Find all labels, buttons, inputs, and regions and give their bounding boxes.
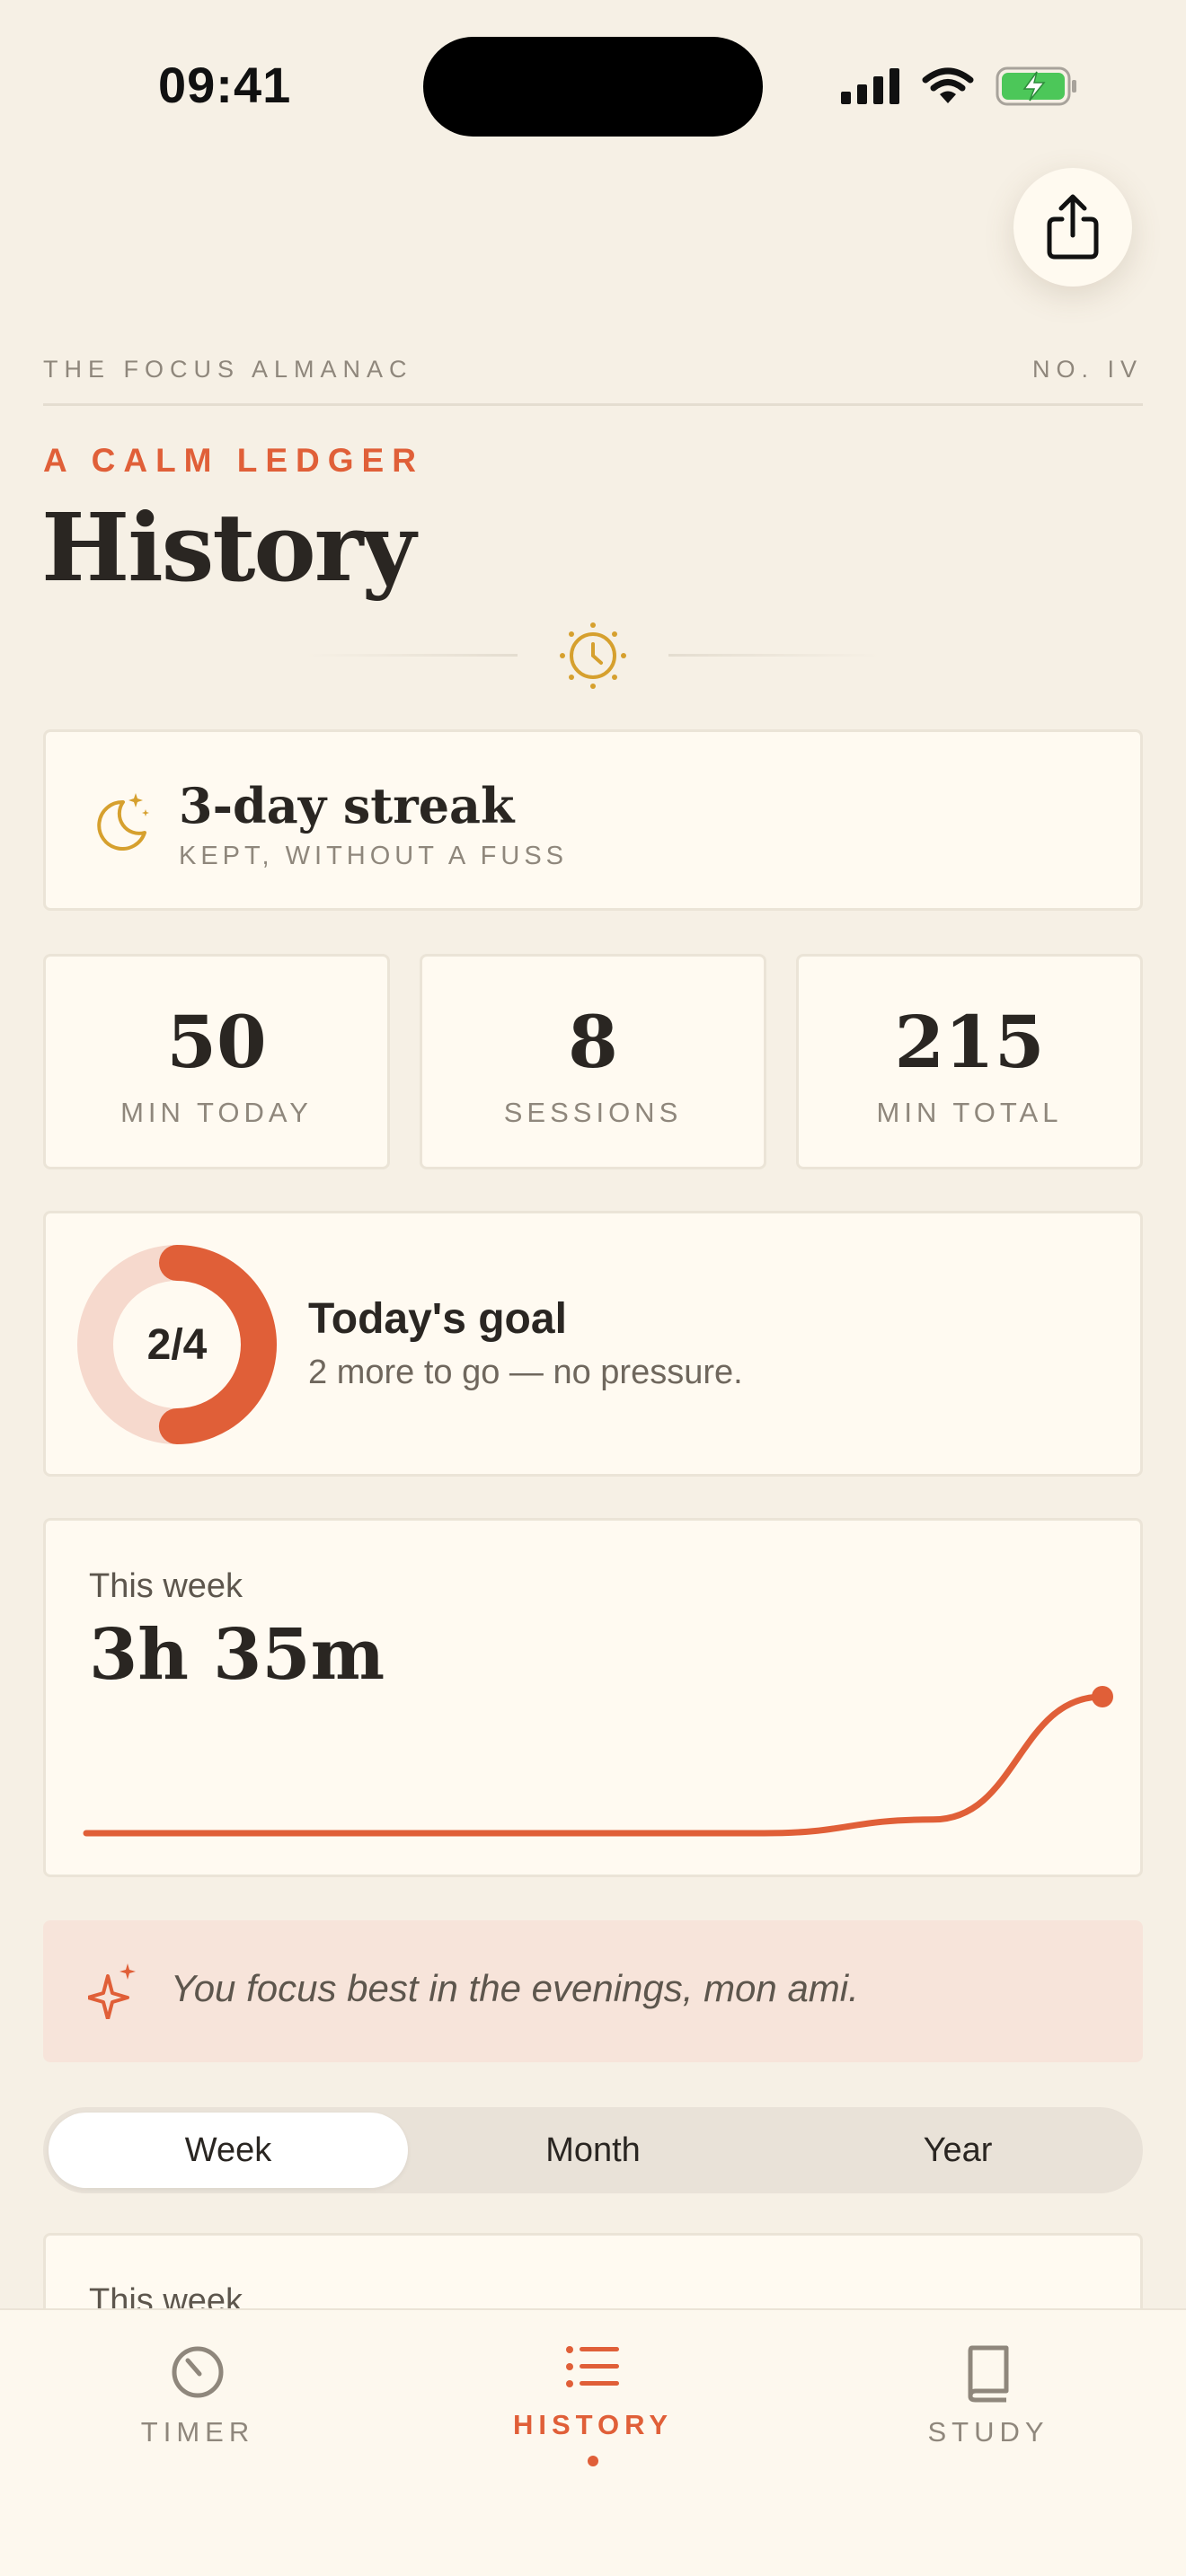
cellular-signal-icon	[841, 68, 899, 104]
stat-label: SESSIONS	[503, 1097, 683, 1128]
dynamic-island	[423, 37, 763, 137]
stat-value: 215	[894, 1000, 1045, 1084]
tab-label: TIMER	[140, 2416, 255, 2448]
battery-charging-icon	[996, 66, 1076, 106]
eyebrow-label: A CALM LEDGER	[43, 442, 424, 479]
range-segmented-control: Week Month Year	[43, 2107, 1143, 2193]
tab-bar: TIMER HISTORY STUDY	[0, 2308, 1186, 2576]
tab-label: STUDY	[927, 2416, 1049, 2448]
week-series-line	[83, 1693, 1106, 1837]
moon-stars-icon	[97, 793, 149, 851]
active-tab-indicator	[588, 2456, 598, 2466]
stat-card-sessions: 8 SESSIONS	[420, 954, 766, 1169]
week-latest-point	[1092, 1686, 1113, 1707]
streak-subtitle: KEPT, WITHOUT A FUSS	[179, 842, 569, 870]
wifi-icon	[922, 67, 974, 103]
stat-value: 8	[568, 1000, 618, 1084]
tab-timer[interactable]: TIMER	[0, 2310, 395, 2526]
timer-icon	[172, 2346, 224, 2398]
tab-label: HISTORY	[512, 2409, 674, 2440]
range-tab-year[interactable]: Year	[778, 2113, 1137, 2188]
sparkle-icon	[88, 1963, 136, 2019]
status-bar: 09:41	[0, 0, 1186, 171]
insight-text: You focus best in the evenings, mon ami.	[171, 1967, 859, 2009]
week-line-chart	[83, 1686, 1113, 1837]
goal-card: 2/4 Today's goal 2 more to go — no press…	[43, 1211, 1143, 1477]
page-title: History	[41, 492, 416, 603]
publication-name: THE FOCUS ALMANAC	[43, 356, 413, 383]
stat-label: MIN TOTAL	[876, 1097, 1063, 1128]
clock-icon	[560, 622, 626, 689]
issue-number: NO. IV	[1031, 356, 1143, 383]
tab-study[interactable]: STUDY	[791, 2310, 1186, 2526]
streak-title: 3-day streak	[179, 777, 515, 834]
list-icon	[566, 2346, 619, 2387]
goal-title: Today's goal	[308, 1295, 567, 1343]
range-tab-month[interactable]: Month	[413, 2113, 773, 2188]
share-icon	[1047, 194, 1099, 260]
clock-ornament-divider	[305, 622, 881, 689]
status-time: 09:41	[158, 57, 292, 113]
range-tab-week[interactable]: Week	[49, 2113, 408, 2188]
insight-banner: You focus best in the evenings, mon ami.	[43, 1920, 1143, 2062]
week-summary-card: This week 3h 35m	[43, 1518, 1143, 1877]
tab-history[interactable]: HISTORY	[395, 2310, 791, 2526]
streak-card: 3-day streak KEPT, WITHOUT A FUSS	[43, 729, 1143, 911]
stat-value: 50	[166, 1000, 267, 1084]
stat-label: MIN TODAY	[120, 1097, 313, 1128]
goal-progress-label: 2/4	[146, 1320, 208, 1369]
stat-card-min-today: 50 MIN TODAY	[43, 954, 390, 1169]
stat-card-min-total: 215 MIN TOTAL	[796, 954, 1143, 1169]
masthead: THE FOCUS ALMANAC NO. IV	[43, 356, 1143, 406]
status-icons	[841, 66, 1078, 106]
book-icon	[968, 2345, 1009, 2403]
share-button[interactable]	[1013, 168, 1132, 287]
goal-subtitle: 2 more to go — no pressure.	[308, 1354, 743, 1391]
